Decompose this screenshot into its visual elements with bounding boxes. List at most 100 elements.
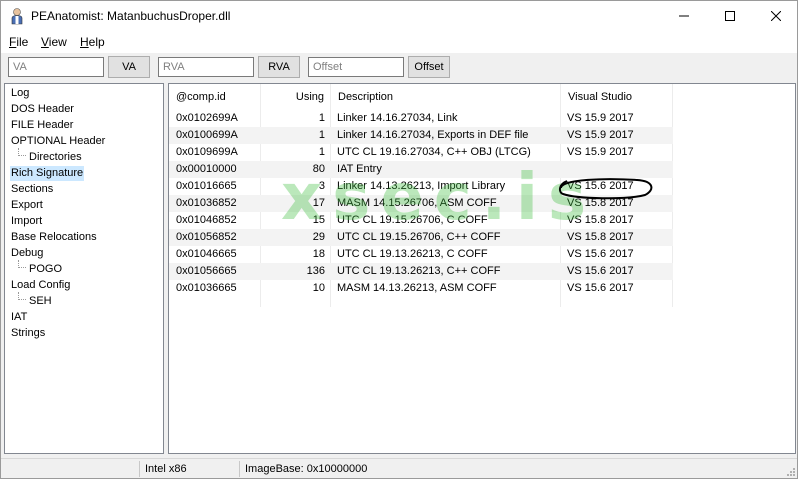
cell-visual-studio: VS 15.8 2017 xyxy=(567,197,634,209)
cell-using: 1 xyxy=(318,112,325,124)
table-row[interactable]: 0x0100699A 1 Linker 14.16.27034, Exports… xyxy=(169,127,673,144)
title-bar: PEAnatomist: MatanbuchusDroper.dll xyxy=(1,1,797,31)
close-icon xyxy=(771,11,781,21)
cell-compid: 0x0102699A xyxy=(176,112,238,124)
offset-button[interactable]: Offset xyxy=(408,56,450,78)
cell-using: 136 xyxy=(306,265,325,277)
cell-compid: 0x01056665 xyxy=(176,265,237,277)
cell-compid: 0x01056852 xyxy=(176,231,237,243)
column-header-description[interactable]: Description xyxy=(331,84,561,110)
status-divider xyxy=(239,461,240,477)
column-header-compid[interactable]: @comp.id xyxy=(169,84,261,110)
cell-compid: 0x00010000 xyxy=(176,163,237,175)
tree-item-sections[interactable]: Sections xyxy=(10,182,54,197)
tree-item-export[interactable]: Export xyxy=(10,198,44,213)
cell-visual-studio: VS 15.9 2017 xyxy=(567,129,634,141)
cell-using: 80 xyxy=(312,163,325,175)
cell-visual-studio: VS 15.9 2017 xyxy=(567,146,634,158)
cell-description: UTC CL 19.16.27034, C++ OBJ (LTCG) xyxy=(337,146,531,158)
close-button[interactable] xyxy=(753,1,798,31)
menu-view-label: iew xyxy=(48,35,67,49)
address-toolbar: VA RVA Offset xyxy=(1,53,797,81)
rva-button[interactable]: RVA xyxy=(258,56,300,78)
rich-signature-table[interactable]: @comp.id Using Description Visual Studio… xyxy=(168,83,796,454)
menu-help-label: elp xyxy=(88,35,105,49)
pe-structure-tree[interactable]: Log DOS Header FILE Header OPTIONAL Head… xyxy=(4,83,164,454)
cell-visual-studio: VS 15.6 2017 xyxy=(567,265,634,277)
cell-description: MASM 14.15.26706, ASM COFF xyxy=(337,197,497,209)
cell-using: 1 xyxy=(318,129,325,141)
maximize-button[interactable] xyxy=(707,1,753,31)
table-row[interactable]: 0x01056665 136 UTC CL 19.13.26213, C++ C… xyxy=(169,263,673,280)
tree-item-file-header[interactable]: FILE Header xyxy=(10,118,74,133)
cell-compid: 0x01036852 xyxy=(176,197,237,209)
status-bar: Intel x86 ImageBase: 0x10000000 xyxy=(1,458,797,478)
tree-item-pogo[interactable]: POGO xyxy=(28,262,63,277)
cell-description: IAT Entry xyxy=(337,163,382,175)
cell-compid: 0x0109699A xyxy=(176,146,238,158)
table-row[interactable]: 0x01056852 29 UTC CL 19.15.26706, C++ CO… xyxy=(169,229,673,246)
menu-help[interactable]: Help xyxy=(80,35,105,49)
cell-visual-studio: VS 15.9 2017 xyxy=(567,112,634,124)
minimize-icon xyxy=(679,15,689,17)
cell-description: MASM 14.13.26213, ASM COFF xyxy=(337,282,497,294)
table-row[interactable]: 0x01046665 18 UTC CL 19.13.26213, C COFF… xyxy=(169,246,673,263)
menu-view[interactable]: View xyxy=(41,35,67,49)
table-row[interactable]: 0x01046852 15 UTC CL 19.15.26706, C COFF… xyxy=(169,212,673,229)
table-row[interactable]: 0x0102699A 1 Linker 14.16.27034, Link VS… xyxy=(169,110,673,127)
cell-description: Linker 14.16.27034, Exports in DEF file xyxy=(337,129,529,141)
tree-item-directories[interactable]: Directories xyxy=(28,150,83,165)
tree-item-seh[interactable]: SEH xyxy=(28,294,53,309)
table-row[interactable]: 0x0109699A 1 UTC CL 19.16.27034, C++ OBJ… xyxy=(169,144,673,161)
cell-using: 29 xyxy=(312,231,325,243)
menu-help-accel: H xyxy=(80,35,89,49)
rva-input[interactable] xyxy=(158,57,254,77)
tree-item-optional-header[interactable]: OPTIONAL Header xyxy=(10,134,106,149)
menu-file[interactable]: File xyxy=(9,35,28,49)
maximize-icon xyxy=(725,11,735,21)
cell-using: 17 xyxy=(312,197,325,209)
cell-description: UTC CL 19.15.26706, C++ COFF xyxy=(337,231,501,243)
menu-bar: File View Help xyxy=(1,31,797,53)
cell-visual-studio xyxy=(567,161,671,178)
tree-item-dos-header[interactable]: DOS Header xyxy=(10,102,75,117)
tree-item-strings[interactable]: Strings xyxy=(10,326,46,341)
cell-compid: 0x01016665 xyxy=(176,180,237,192)
cell-visual-studio: VS 15.8 2017 xyxy=(567,214,634,226)
va-button[interactable]: VA xyxy=(108,56,150,78)
cell-using: 1 xyxy=(318,146,325,158)
table-row[interactable]: 0x01036852 17 MASM 14.15.26706, ASM COFF… xyxy=(169,195,673,212)
tree-connector xyxy=(18,260,26,268)
resize-grip-icon[interactable] xyxy=(785,466,795,476)
tree-item-iat[interactable]: IAT xyxy=(10,310,28,325)
tree-connector xyxy=(18,292,26,300)
tree-item-debug[interactable]: Debug xyxy=(10,246,44,261)
minimize-button[interactable] xyxy=(661,1,707,31)
tree-item-load-config[interactable]: Load Config xyxy=(10,278,71,293)
tree-item-log[interactable]: Log xyxy=(10,86,30,101)
va-input[interactable] xyxy=(8,57,104,77)
tree-connector xyxy=(18,148,26,156)
table-row[interactable]: 0x01036665 10 MASM 14.13.26213, ASM COFF… xyxy=(169,280,673,297)
tree-item-base-relocations[interactable]: Base Relocations xyxy=(10,230,98,245)
column-header-using[interactable]: Using xyxy=(261,84,331,110)
tree-item-import[interactable]: Import xyxy=(10,214,43,229)
cell-description: UTC CL 19.13.26213, C++ COFF xyxy=(337,265,501,277)
column-header-visual-studio[interactable]: Visual Studio xyxy=(561,84,673,110)
window-title: PEAnatomist: MatanbuchusDroper.dll xyxy=(31,9,231,23)
status-architecture: Intel x86 xyxy=(145,463,187,475)
menu-file-label: ile xyxy=(16,35,29,49)
cell-compid: 0x01036665 xyxy=(176,282,237,294)
offset-input[interactable] xyxy=(308,57,404,77)
table-row[interactable]: 0x00010000 80 IAT Entry xyxy=(169,161,673,178)
app-person-icon xyxy=(11,8,23,25)
cell-compid: 0x01046665 xyxy=(176,248,237,260)
table-row[interactable]: 0x01016665 3 Linker 14.13.26213, Import … xyxy=(169,178,673,195)
cell-description: Linker 14.13.26213, Import Library xyxy=(337,180,506,192)
cell-visual-studio: VS 15.8 2017 xyxy=(567,231,634,243)
cell-visual-studio: VS 15.6 2017 xyxy=(567,282,634,294)
status-divider xyxy=(139,461,140,477)
cell-using: 10 xyxy=(312,282,325,294)
tree-item-rich-signature[interactable]: Rich Signature xyxy=(10,166,85,181)
cell-description: UTC CL 19.13.26213, C COFF xyxy=(337,248,488,260)
